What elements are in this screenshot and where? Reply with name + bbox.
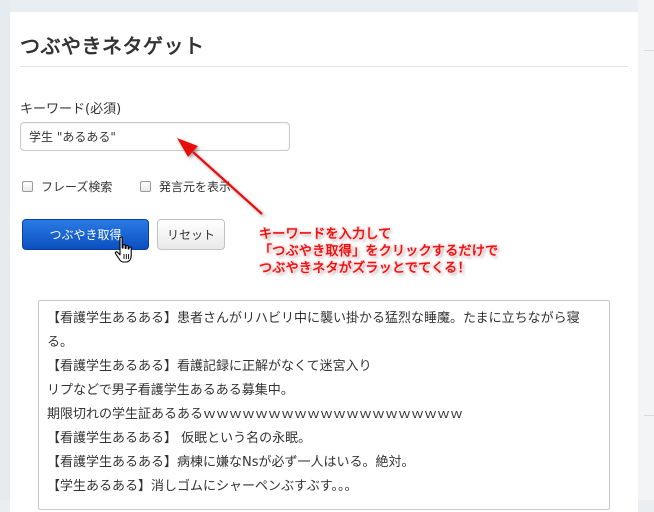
annotation-line: つぶやきネタがズラッとでてくる！ [259,261,471,276]
phrase-search-label: フレーズ検索 [41,180,113,194]
phrase-search-checkbox[interactable]: フレーズ検索 [22,178,112,195]
page-background-left [0,0,10,500]
page-title: つぶやきネタゲット [20,34,205,58]
title-divider [20,66,628,67]
result-line: 【看護学生あるある】病棟に嫌なNsが必ず一人はいる。絶対。 [47,455,415,470]
result-line: リプなどで男子看護学生あるある募集中。 [47,383,294,398]
keyword-label: キーワード(必須) [20,102,122,117]
result-line: 【看護学生あるある】看護記録に正解がなくて迷宮入り [47,359,372,374]
divider [644,50,654,51]
results-textarea[interactable]: 【看護学生あるある】患者さんがリハビリ中に襲い掛かる猛烈な睡魔。たまに立ちながら… [38,300,610,510]
page-background-right [638,0,654,500]
show-speaker-label: 発言元を表示 [159,180,232,194]
keyword-input[interactable] [20,122,290,151]
result-line: 期限切れの学生証あるあるｗｗｗｗｗｗｗｗｗｗｗｗｗｗｗｗｗｗｗｗ [47,407,464,422]
result-line: 【看護学生あるある】患者さんがリハビリ中に襲い掛かる猛烈な睡魔。たまに立ちながら… [47,311,580,350]
reset-button[interactable]: リセット [157,219,225,250]
show-speaker-checkbox[interactable]: 発言元を表示 [140,178,231,195]
annotation-callout: キーワードを入力して 「つぶやき取得」をクリックするだけで つぶやきネタがズラッ… [259,226,498,277]
annotation-line: 「つぶやき取得」をクリックするだけで [259,244,499,259]
result-line: 【看護学生あるある】 仮眠という名の永眠。 [47,431,312,446]
checkbox-icon[interactable] [22,181,33,192]
divider [644,415,654,416]
hand-cursor-icon [114,236,132,263]
result-line: 【学生あるある】消しゴムにシャーペンぶすぶす。。。 [47,479,358,494]
annotation-line: キーワードを入力して [259,227,392,242]
checkbox-icon[interactable] [140,181,151,192]
